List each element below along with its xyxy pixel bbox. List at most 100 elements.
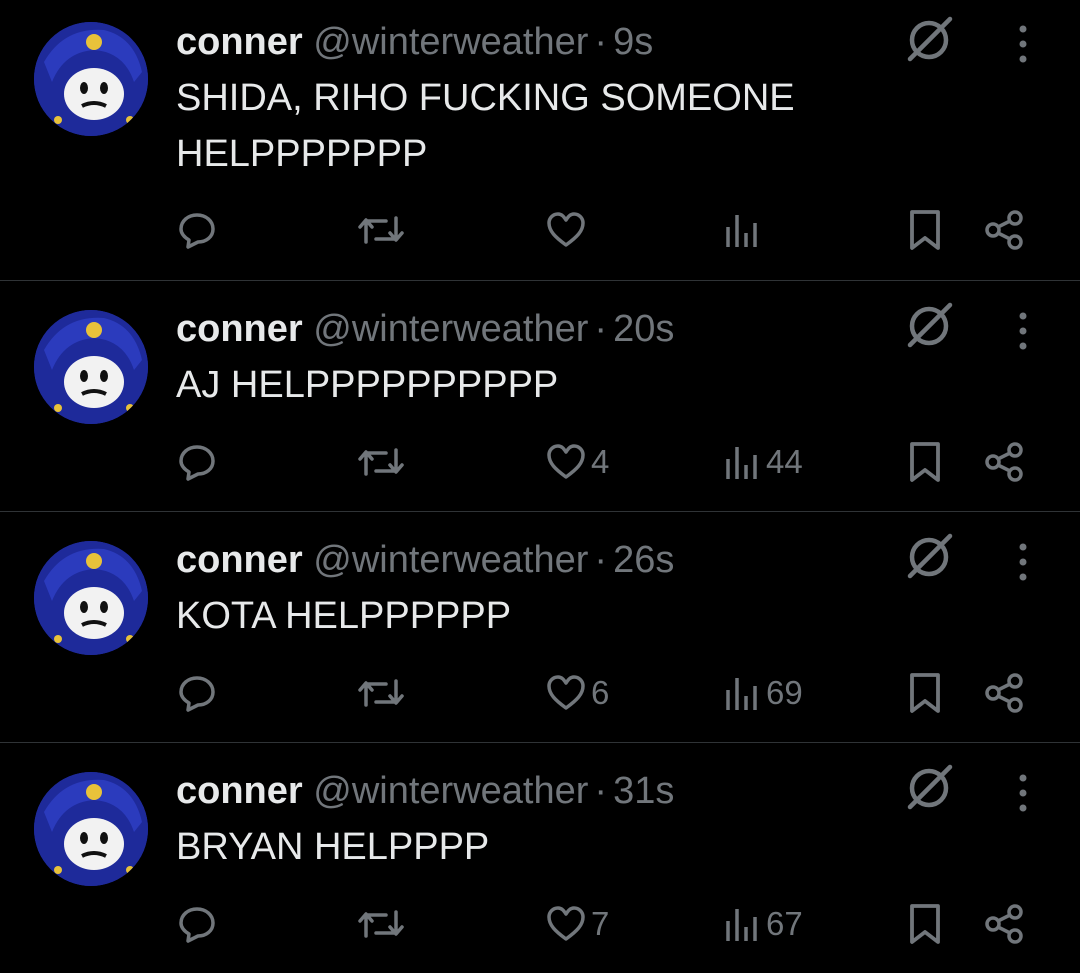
prohibited-circle-icon[interactable]: [904, 15, 954, 65]
share-nodes-icon: [985, 210, 1023, 250]
tweet[interactable]: conner @winterweather · 9s SHIDA, RIHO FUC…: [0, 0, 1080, 280]
retweet-button[interactable]: [356, 899, 406, 949]
prohibited-circle-icon[interactable]: [904, 763, 954, 813]
tweet-header: conner @winterweather · 9s: [176, 18, 653, 66]
like-button[interactable]: [545, 205, 591, 255]
heart-icon: [547, 906, 585, 941]
views-button[interactable]: 67: [722, 899, 803, 949]
bookmark-button[interactable]: [906, 899, 944, 949]
tweet-text: KOTA HELPPPPPP: [176, 595, 512, 637]
like-button[interactable]: 6: [545, 668, 609, 718]
tweet-feed: conner @winterweather · 9s SHIDA, RIHO FUC…: [0, 0, 1080, 973]
bar-chart-icon: [726, 909, 757, 941]
like-button[interactable]: 4: [545, 437, 609, 487]
tweet-actions: 6 69: [0, 668, 1080, 718]
tweet-header: conner @winterweather · 26s: [176, 536, 674, 584]
tweet-text: BRYAN HELPPPP: [176, 826, 490, 868]
view-count: 44: [766, 443, 803, 480]
heart-icon: [547, 212, 585, 247]
tweet-actions: 7 67: [0, 899, 1080, 949]
views-button[interactable]: 44: [722, 437, 803, 487]
share-button[interactable]: [984, 437, 1026, 487]
bar-chart-icon: [726, 215, 757, 247]
jack-frost-avatar-icon: [34, 772, 148, 886]
speech-bubble-icon: [179, 213, 215, 249]
bookmark-button[interactable]: [906, 437, 944, 487]
like-button[interactable]: 7: [545, 899, 609, 949]
avatar[interactable]: [34, 22, 148, 136]
reply-button[interactable]: [176, 205, 218, 255]
tweet[interactable]: conner @winterweather · 26s KOTA HELPPPPPP…: [0, 512, 1080, 742]
tweet[interactable]: conner @winterweather · 31s BRYAN HELPPPP …: [0, 743, 1080, 973]
views-button[interactable]: 69: [722, 668, 803, 718]
jack-frost-avatar-icon: [34, 22, 148, 136]
prohibited-circle-icon[interactable]: [904, 532, 954, 582]
separator-dot: ·: [594, 21, 608, 63]
prohibited-circle-icon[interactable]: [904, 301, 954, 351]
speech-bubble-icon: [179, 676, 215, 712]
share-nodes-icon: [985, 673, 1023, 713]
speech-bubble-icon: [179, 907, 215, 943]
tweet-actions: [0, 205, 1080, 255]
views-button[interactable]: [722, 205, 766, 255]
retweet-button[interactable]: [356, 437, 406, 487]
view-count: 67: [766, 905, 803, 942]
like-count: 7: [591, 905, 610, 942]
retweet-arrows-icon: [358, 910, 404, 938]
author-name[interactable]: conner: [176, 539, 303, 581]
author-handle[interactable]: @winterweather: [313, 539, 588, 581]
more-options-icon[interactable]: [1010, 772, 1036, 818]
author-handle[interactable]: @winterweather: [313, 21, 588, 63]
bar-chart-icon: [726, 678, 757, 710]
bookmark-icon: [910, 673, 940, 713]
author-handle[interactable]: @winterweather: [313, 308, 588, 350]
tweet-header: conner @winterweather · 31s: [176, 767, 674, 815]
bookmark-icon: [910, 442, 940, 482]
more-options-icon[interactable]: [1010, 23, 1036, 69]
like-count: 4: [591, 443, 610, 480]
timestamp[interactable]: 31s: [613, 770, 674, 812]
tweet-text: AJ HELPPPPPPPPPP: [176, 364, 559, 406]
tweet-actions: 4 44: [0, 437, 1080, 487]
reply-button[interactable]: [176, 437, 218, 487]
reply-button[interactable]: [176, 899, 218, 949]
author-name[interactable]: conner: [176, 770, 303, 812]
retweet-arrows-icon: [358, 216, 404, 244]
retweet-arrows-icon: [358, 679, 404, 707]
share-button[interactable]: [984, 668, 1026, 718]
timestamp[interactable]: 20s: [613, 308, 674, 350]
retweet-arrows-icon: [358, 448, 404, 476]
author-name[interactable]: conner: [176, 308, 303, 350]
bookmark-button[interactable]: [906, 205, 944, 255]
separator-dot: ·: [594, 539, 608, 581]
retweet-button[interactable]: [356, 205, 406, 255]
retweet-button[interactable]: [356, 668, 406, 718]
like-count: 6: [591, 674, 610, 711]
avatar[interactable]: [34, 772, 148, 886]
speech-bubble-icon: [179, 445, 215, 481]
author-handle[interactable]: @winterweather: [313, 770, 588, 812]
timestamp[interactable]: 9s: [613, 21, 653, 63]
bookmark-icon: [910, 904, 940, 944]
reply-button[interactable]: [176, 668, 218, 718]
jack-frost-avatar-icon: [34, 310, 148, 424]
tweet-header: conner @winterweather · 20s: [176, 305, 674, 353]
bookmark-icon: [910, 210, 940, 250]
separator-dot: ·: [594, 308, 608, 350]
heart-icon: [547, 675, 585, 710]
separator-dot: ·: [594, 770, 608, 812]
avatar[interactable]: [34, 541, 148, 655]
bar-chart-icon: [726, 447, 757, 479]
author-name[interactable]: conner: [176, 21, 303, 63]
share-button[interactable]: [984, 205, 1026, 255]
more-options-icon[interactable]: [1010, 310, 1036, 356]
view-count: 69: [766, 674, 803, 711]
tweet-text: SHIDA, RIHO FUCKING SOMEONE HELPPPPPPP: [176, 77, 795, 175]
timestamp[interactable]: 26s: [613, 539, 674, 581]
bookmark-button[interactable]: [906, 668, 944, 718]
more-options-icon[interactable]: [1010, 541, 1036, 587]
share-button[interactable]: [984, 899, 1026, 949]
tweet[interactable]: conner @winterweather · 20s AJ HELPPPPPPPP…: [0, 281, 1080, 511]
share-nodes-icon: [985, 442, 1023, 482]
avatar[interactable]: [34, 310, 148, 424]
